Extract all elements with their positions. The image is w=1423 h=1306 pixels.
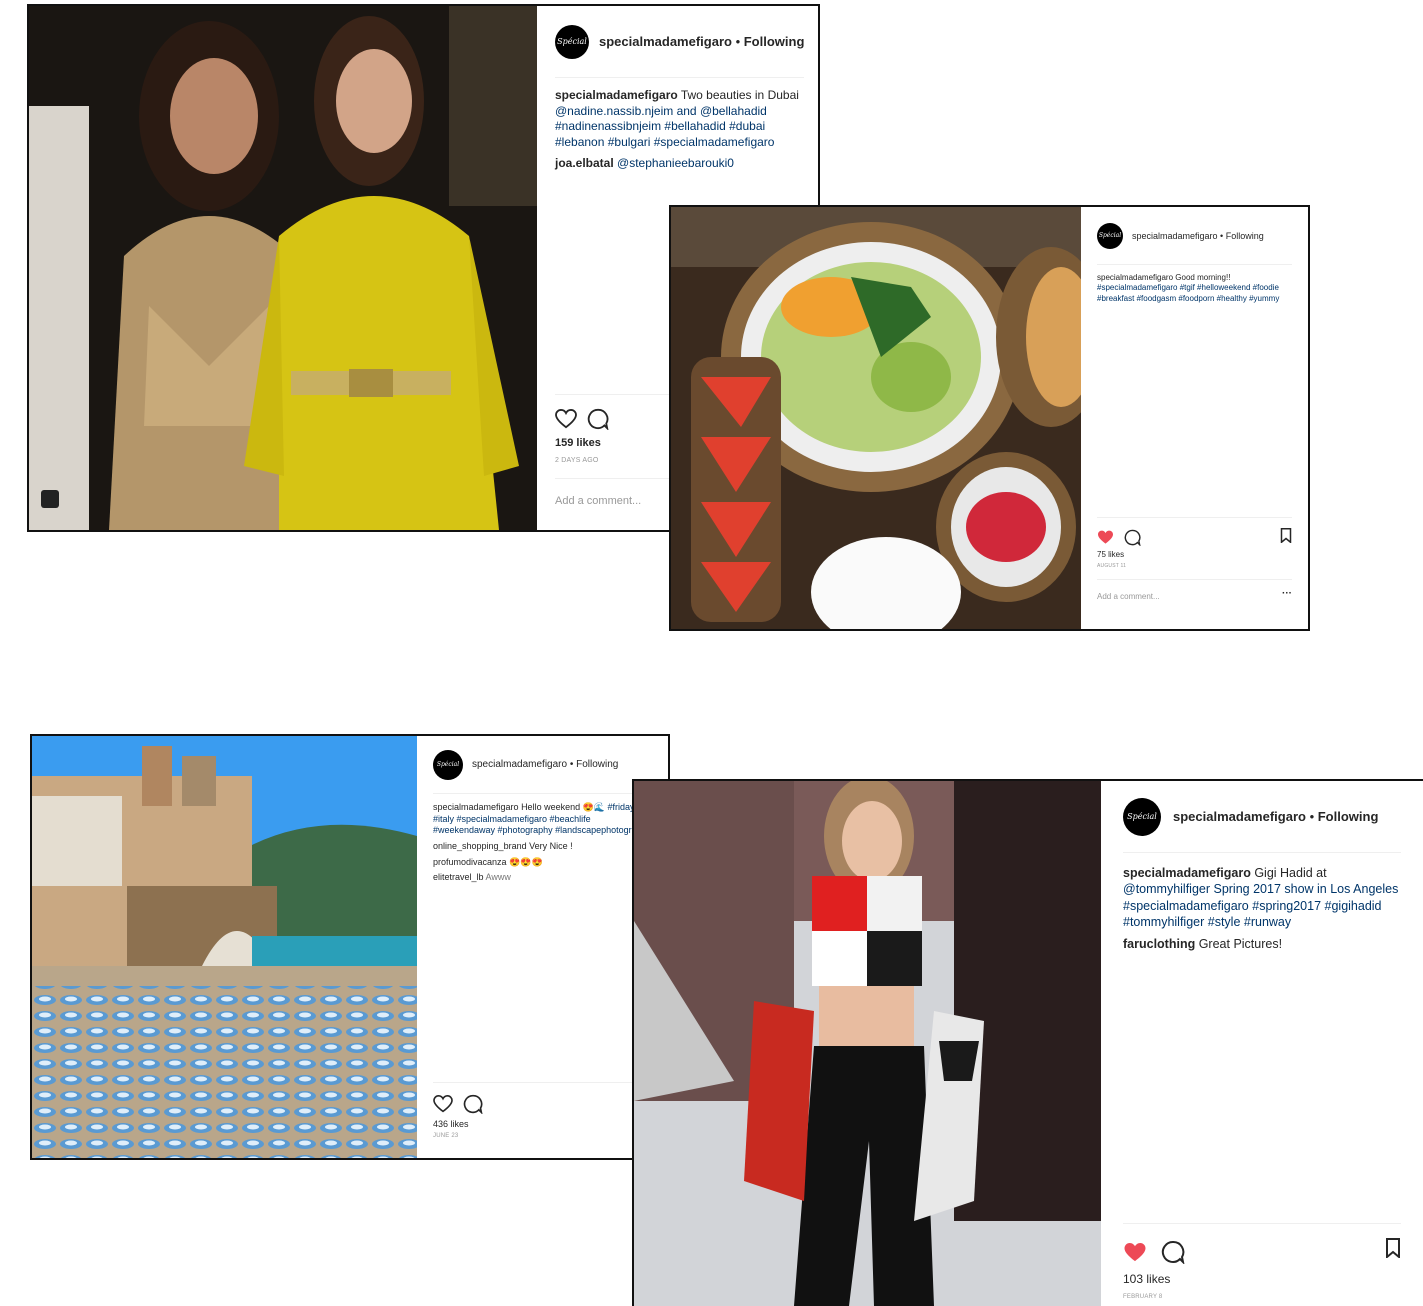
heart-icon[interactable] — [555, 409, 577, 429]
separator-dot: • — [1217, 230, 1226, 241]
caption-tags[interactable]: @nadine.nassib.njeim and @bellahadid #na… — [555, 104, 774, 149]
post-caption: specialmadamefigaro Two beauties in Duba… — [555, 88, 804, 150]
caption-text: Two beauties in Dubai — [680, 88, 799, 102]
heart-icon[interactable] — [433, 1095, 453, 1113]
comment-icon[interactable] — [463, 1094, 483, 1114]
profile-avatar[interactable]: Spécial — [1097, 222, 1123, 249]
post-actions: 75 likes AUGUST 11 Add a comment... ··· — [1097, 517, 1292, 601]
caption-username[interactable]: specialmadamefigaro — [433, 802, 519, 812]
comment: joa.elbatal @stephanieebarouki0 — [555, 156, 804, 172]
post-photo-two-women[interactable] — [29, 6, 537, 530]
separator-dot: • — [731, 34, 744, 49]
comment-username[interactable]: faruclothing — [1123, 937, 1195, 951]
post-time[interactable]: FEBRUARY 8 — [1123, 1294, 1401, 1300]
instagram-post-breakfast: Spécial specialmadamefigaro • Following … — [669, 205, 1310, 631]
comment: elitetravel_lb Awww — [433, 872, 652, 884]
post-caption: specialmadamefigaro Gigi Hadid at @tommy… — [1123, 865, 1401, 930]
caption-username[interactable]: specialmadamefigaro — [1097, 273, 1173, 282]
comment: online_shopping_brand Very Nice ! — [433, 841, 652, 853]
comment-username[interactable]: elitetravel_lb — [433, 872, 484, 882]
following-button[interactable]: Following — [1318, 809, 1379, 824]
post-actions: 436 likes JUNE 23 — [433, 1082, 652, 1139]
comment-username[interactable]: online_shopping_brand — [433, 841, 527, 851]
heart-filled-icon[interactable] — [1097, 530, 1114, 545]
caption-text: Hello weekend 😍🌊 — [521, 802, 606, 812]
caption-text: Good morning!! — [1175, 273, 1231, 282]
heart-filled-icon[interactable] — [1123, 1242, 1147, 1263]
post-header: Spécial specialmadamefigaro • Following — [555, 6, 805, 78]
comment: profumodivacanza 😍😍😍 — [433, 857, 652, 869]
username-link[interactable]: specialmadamefigaro — [1132, 231, 1218, 241]
profile-avatar[interactable]: Spécial — [433, 749, 463, 780]
comment-text: Very Nice ! — [529, 841, 573, 852]
comment-icon[interactable] — [1124, 529, 1141, 546]
profile-avatar[interactable]: Spécial — [555, 24, 589, 59]
following-button[interactable]: Following — [1226, 231, 1264, 241]
profile-avatar[interactable]: Spécial — [1123, 797, 1161, 836]
username-link[interactable]: specialmadamefigaro — [1173, 809, 1306, 824]
caption-username[interactable]: specialmadamefigaro — [1123, 866, 1251, 880]
instagram-post-runway: Spécial specialmadamefigaro • Following … — [632, 779, 1423, 1306]
post-header: Spécial specialmadamefigaro • Following — [1097, 207, 1292, 265]
comment-text: 😍😍😍 — [509, 856, 543, 867]
post-caption: specialmadamefigaro Good morning!! #spec… — [1097, 273, 1292, 304]
comment-text: Awww — [485, 872, 511, 883]
caption-tags[interactable]: @tommyhilfiger Spring 2017 show in Los A… — [1123, 882, 1398, 929]
post-time[interactable]: JUNE 23 — [433, 1133, 652, 1139]
bookmark-icon[interactable] — [1280, 528, 1292, 543]
photo-illustration — [634, 781, 1101, 1306]
more-options-button[interactable]: ··· — [1282, 588, 1292, 599]
username-link[interactable]: specialmadamefigaro — [472, 759, 567, 770]
comment-icon[interactable] — [1161, 1240, 1185, 1264]
photo-illustration — [671, 207, 1081, 629]
post-photo-runway-model[interactable] — [634, 781, 1101, 1306]
username-link[interactable]: specialmadamefigaro — [599, 34, 732, 49]
caption-tags[interactable]: #specialmadamefigaro #tgif #helloweekend… — [1097, 283, 1279, 302]
following-button[interactable]: Following — [576, 759, 618, 770]
photo-illustration — [29, 6, 537, 530]
post-time[interactable]: AUGUST 11 — [1097, 563, 1292, 569]
likes-count[interactable]: 103 likes — [1123, 1272, 1401, 1286]
separator-dot: • — [1305, 809, 1318, 824]
post-photo-beach-town[interactable] — [32, 736, 417, 1158]
likes-count[interactable]: 75 likes — [1097, 550, 1292, 559]
comment: faruclothing Great Pictures! — [1123, 936, 1401, 952]
post-header: Spécial specialmadamefigaro • Following — [433, 736, 652, 794]
comment-text: Great Pictures! — [1198, 937, 1283, 951]
separator-dot: • — [567, 759, 577, 770]
likes-count[interactable]: 436 likes — [433, 1119, 652, 1129]
add-comment-input[interactable]: Add a comment... — [1097, 579, 1292, 601]
instagram-post-weekend: Spécial specialmadamefigaro • Following … — [30, 734, 670, 1160]
post-header: Spécial specialmadamefigaro • Following — [1123, 781, 1401, 853]
comment-username[interactable]: joa.elbatal — [555, 156, 614, 170]
photo-illustration — [32, 736, 417, 1158]
caption-text: Gigi Hadid at — [1254, 866, 1327, 880]
following-button[interactable]: Following — [744, 34, 805, 49]
post-actions: 103 likes FEBRUARY 8 — [1123, 1223, 1401, 1300]
comment-username[interactable]: profumodivacanza — [433, 857, 507, 867]
caption-username[interactable]: specialmadamefigaro — [555, 88, 678, 102]
post-caption: specialmadamefigaro Hello weekend 😍🌊 #fr… — [433, 802, 652, 837]
comment-text[interactable]: @stephanieebarouki0 — [617, 156, 734, 170]
post-photo-fruit-table[interactable] — [671, 207, 1081, 629]
bookmark-icon[interactable] — [1385, 1238, 1401, 1258]
comment-icon[interactable] — [587, 408, 609, 430]
